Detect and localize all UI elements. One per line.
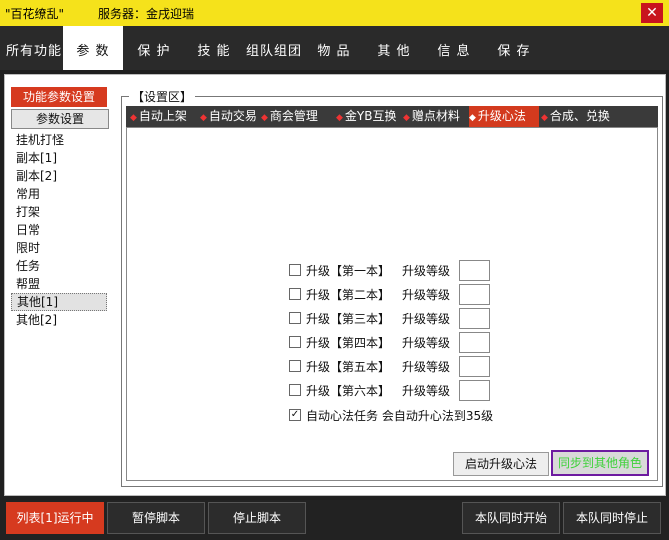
tab-label: 赠点材料 (411, 109, 460, 123)
level-label: 升级等级 (402, 384, 451, 398)
level-label: 升级等级 (402, 264, 451, 278)
tab-auto-list[interactable]: ◆ 自动上架 (130, 106, 200, 127)
list-item[interactable]: 副本[1] (11, 149, 107, 167)
upgrade-checkbox[interactable] (289, 360, 301, 372)
upgrade-label: 升级【第六本】 (306, 384, 391, 398)
tab-label: 升级心法 (477, 109, 526, 123)
tab-label: 商会管理 (269, 109, 318, 123)
upgrade-label: 升级【第三本】 (306, 312, 391, 326)
diamond-icon: ◆ (130, 113, 137, 123)
upgrade-checkbox[interactable] (289, 288, 301, 300)
tab-guild-manage[interactable]: ◆ 商会管理 (261, 106, 334, 127)
menu-info[interactable]: 信 息 (426, 26, 482, 70)
tab-content: 升级【第一本】 升级等级 升级【第二本】 升级等级 升级【第三本】 升级等级 升… (126, 127, 658, 481)
menu-all-functions[interactable]: 所有功能 (6, 26, 62, 70)
auto-task-label: 自动心法任务 会自动升心法到35级 (306, 409, 494, 423)
level-input[interactable] (459, 284, 490, 305)
pause-script-button[interactable]: 暂停脚本 (107, 502, 205, 534)
list-item[interactable]: 日常 (11, 221, 107, 239)
tab-label: 金YB互换 (344, 109, 397, 123)
level-label: 升级等级 (402, 288, 451, 302)
param-settings-button[interactable]: 参数设置 (11, 109, 109, 129)
list-item[interactable]: 其他[2] (11, 311, 107, 329)
upgrade-checkbox[interactable] (289, 336, 301, 348)
menu-other[interactable]: 其 他 (366, 26, 422, 70)
team-stop-button[interactable]: 本队同时停止 (563, 502, 661, 534)
upgrade-checkbox[interactable] (289, 384, 301, 396)
close-button[interactable]: ✕ (641, 3, 663, 23)
upgrade-label: 升级【第二本】 (306, 288, 391, 302)
level-input[interactable] (459, 308, 490, 329)
settings-legend: 【设置区】 (129, 88, 196, 105)
upgrade-checkbox[interactable] (289, 264, 301, 276)
list-item[interactable]: 打架 (11, 203, 107, 221)
diamond-icon: ◆ (541, 113, 548, 123)
stop-script-button[interactable]: 停止脚本 (208, 502, 306, 534)
tab-gold-yb-exchange[interactable]: ◆ 金YB互换 (336, 106, 402, 127)
list-item[interactable]: 副本[2] (11, 167, 107, 185)
diamond-icon: ◆ (469, 113, 476, 123)
menu-bar: 所有功能 参 数 保 护 技 能 组队组团 物 品 其 他 信 息 保 存 (0, 26, 669, 70)
diamond-icon: ◆ (200, 113, 207, 123)
upgrade-checkbox[interactable] (289, 312, 301, 324)
menu-skills[interactable]: 技 能 (186, 26, 242, 70)
level-label: 升级等级 (402, 312, 451, 326)
bottom-bar: 列表[1]运行中 暂停脚本 停止脚本 本队同时开始 本队同时停止 (0, 500, 669, 540)
menu-protect[interactable]: 保 护 (126, 26, 182, 70)
list-item[interactable]: 限时 (11, 239, 107, 257)
list-item[interactable]: 常用 (11, 185, 107, 203)
tab-upgrade-xinfa[interactable]: ◆ 升级心法 (469, 106, 539, 127)
diamond-icon: ◆ (336, 113, 343, 123)
main-panel: 功能参数设置 参数设置 挂机打怪 副本[1] 副本[2] 常用 打架 日常 限时… (4, 74, 666, 496)
menu-items[interactable]: 物 品 (306, 26, 362, 70)
menu-save[interactable]: 保 存 (486, 26, 542, 70)
upgrade-label: 升级【第五本】 (306, 360, 391, 374)
menu-params[interactable]: 参 数 (63, 26, 123, 70)
list-item[interactable]: 任务 (11, 257, 107, 275)
diamond-icon: ◆ (403, 113, 410, 123)
level-input[interactable] (459, 332, 490, 353)
start-upgrade-button[interactable]: 启动升级心法 (453, 452, 549, 476)
level-label: 升级等级 (402, 336, 451, 350)
menu-team[interactable]: 组队组团 (245, 26, 303, 70)
run-status-button[interactable]: 列表[1]运行中 (6, 502, 104, 534)
title-bar: "百花缭乱" 服务器：金戌迎瑞 ✕ (0, 0, 669, 26)
server-label: 服务器：金戌迎瑞 (98, 7, 195, 21)
upgrade-label: 升级【第一本】 (306, 264, 391, 278)
tab-label: 自动交易 (208, 109, 257, 123)
list-item-selected[interactable]: 其他[1] (11, 293, 107, 311)
tab-gift-material[interactable]: ◆ 赠点材料 (403, 106, 465, 127)
sync-to-other-characters-button[interactable]: 同步到其他角色 (551, 450, 649, 476)
list-item[interactable]: 帮盟 (11, 275, 107, 293)
team-start-button[interactable]: 本队同时开始 (462, 502, 560, 534)
level-input[interactable] (459, 356, 490, 377)
level-input[interactable] (459, 260, 490, 281)
list-item[interactable]: 挂机打怪 (11, 131, 107, 149)
tab-auto-trade[interactable]: ◆ 自动交易 (200, 106, 261, 127)
app-title: "百花缭乱" (5, 7, 65, 21)
settings-tabs: ◆ 自动上架 ◆ 自动交易 ◆ 商会管理 ◆ 金YB互换 ◆ 赠点材料 ◆ 升级心法 ◆ 合成… (126, 106, 658, 127)
tab-label: 自动上架 (138, 109, 187, 123)
level-label: 升级等级 (402, 360, 451, 374)
level-input[interactable] (459, 380, 490, 401)
upgrade-label: 升级【第四本】 (306, 336, 391, 350)
auto-task-checkbox[interactable]: ✓ (289, 409, 301, 421)
tab-label: 合成、兑换 (549, 109, 610, 123)
diamond-icon: ◆ (261, 113, 268, 123)
left-header: 功能参数设置 (11, 87, 107, 107)
left-list: 挂机打怪 副本[1] 副本[2] 常用 打架 日常 限时 任务 帮盟 其他[1]… (11, 131, 107, 329)
tab-synthesize-exchange[interactable]: ◆ 合成、兑换 (541, 106, 621, 127)
